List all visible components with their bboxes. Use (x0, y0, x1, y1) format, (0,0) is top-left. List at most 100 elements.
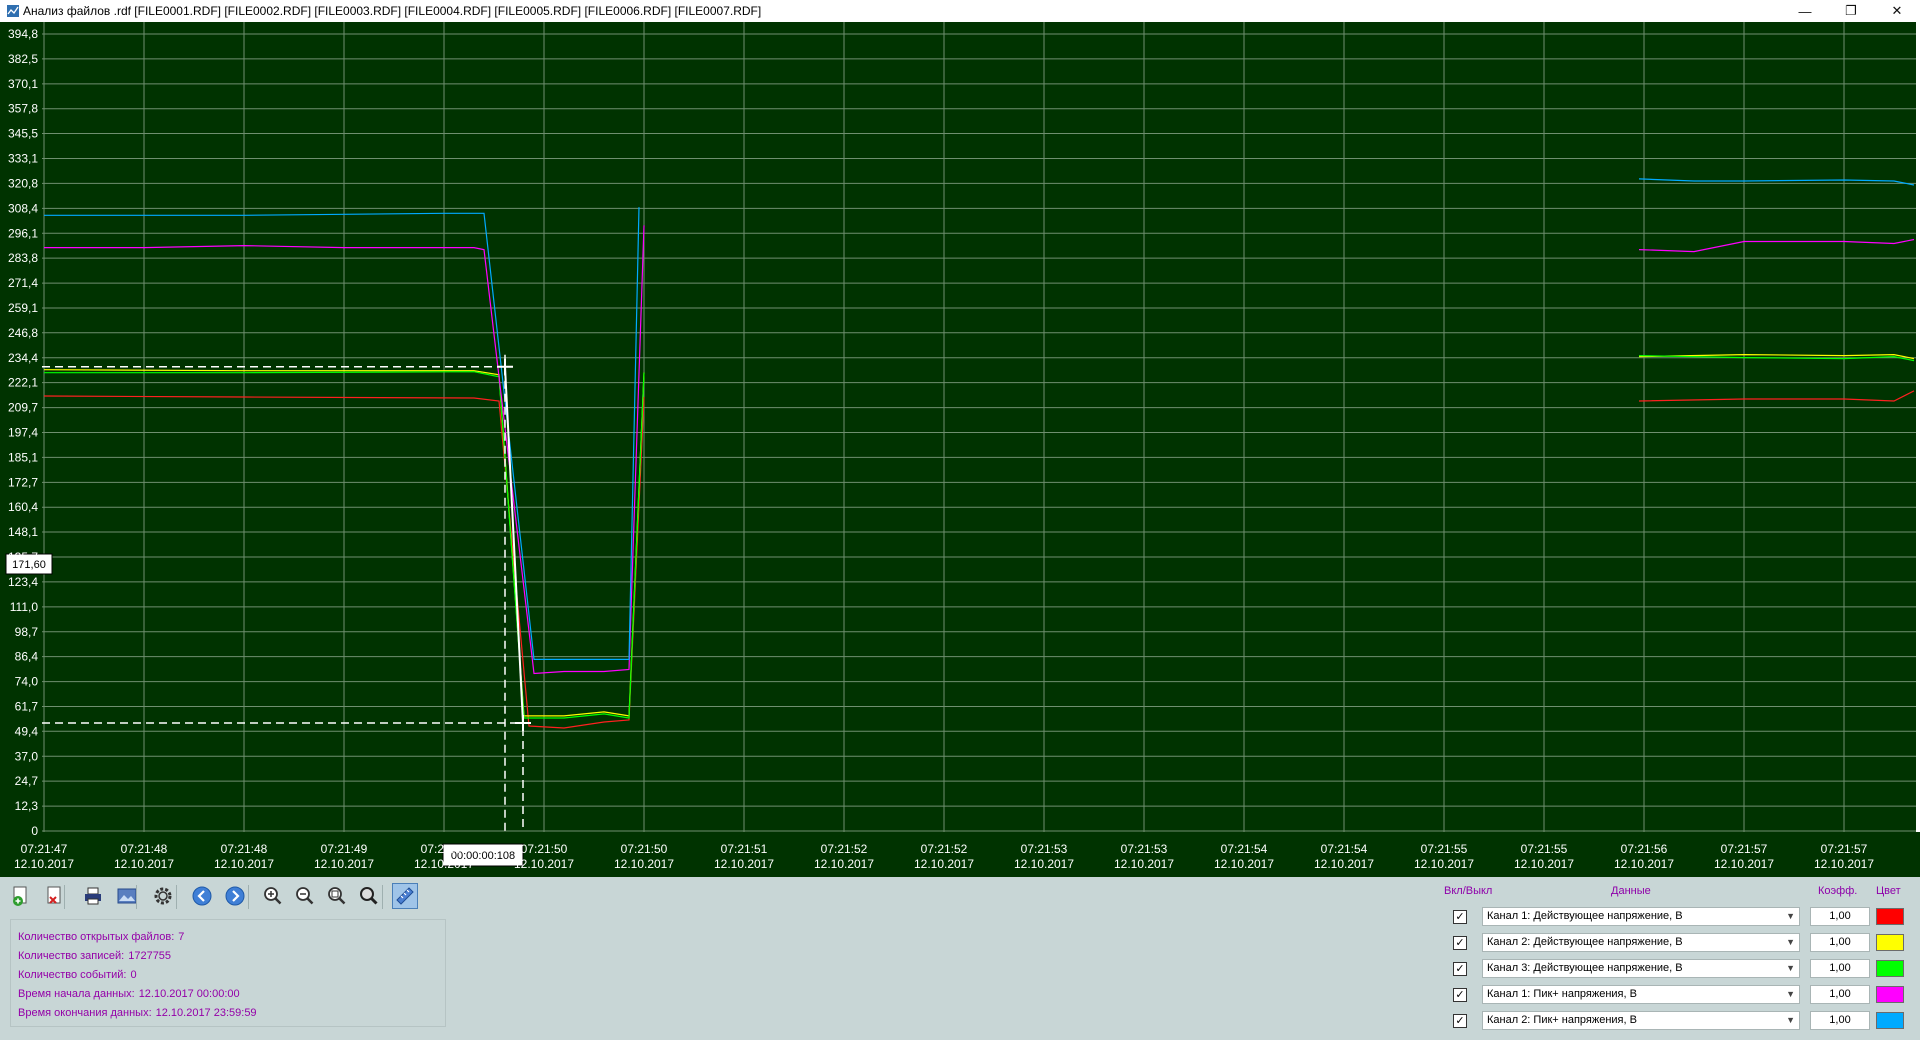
start-time-value: 12.10.2017 00:00:00 (138, 988, 240, 1000)
toolbar-separator (248, 885, 249, 909)
x-tick-date-label: 12.10.2017 (514, 857, 574, 871)
add-file-button[interactable] (8, 883, 34, 909)
zoom-icon (358, 885, 380, 907)
events-value: 0 (130, 969, 137, 981)
x-tick-date-label: 12.10.2017 (1814, 857, 1874, 871)
y-tick-label: 172,7 (8, 475, 38, 489)
add-file-icon (10, 885, 32, 907)
zoom-out-button[interactable] (292, 883, 318, 909)
records-label: Количество записей: (18, 950, 125, 962)
x-tick-date-label: 12.10.2017 (1714, 857, 1774, 871)
channel-toggle-checkbox[interactable]: ✓ (1453, 988, 1467, 1002)
channel-toggle-checkbox[interactable]: ✓ (1453, 962, 1467, 976)
channel-color-swatch[interactable] (1876, 934, 1904, 951)
image-icon (116, 885, 138, 907)
x-tick-date-label: 12.10.2017 (814, 857, 874, 871)
zoom-reset-button[interactable] (356, 883, 382, 909)
channel-data-select[interactable]: Канал 2: Пик+ напряжения, В ▼ (1482, 1011, 1800, 1030)
events-label: Количество событий: (18, 969, 127, 981)
x-tick-date-label: 12.10.2017 (1314, 857, 1374, 871)
printer-icon (82, 885, 104, 907)
y-tick-label: 135,7 (8, 550, 38, 564)
x-tick-time-label: 07:21:49 (321, 842, 368, 856)
zoom-fit-icon (326, 885, 348, 907)
channel-color-swatch[interactable] (1876, 960, 1904, 977)
y-tick-label: 345,5 (8, 127, 38, 141)
channel-coef-input[interactable]: 1,00 (1810, 1011, 1870, 1030)
channel-coef-input[interactable]: 1,00 (1810, 959, 1870, 978)
back-button[interactable] (189, 883, 215, 909)
y-tick-label: 185,1 (8, 450, 38, 464)
x-tick-date-label: 12.10.2017 (1114, 857, 1174, 871)
x-tick-time-label: 07:21:52 (921, 842, 968, 856)
print-button[interactable] (80, 883, 106, 909)
voltage-chart[interactable]: 171,6000:00:00:108 394,8382,5370,1357,83… (0, 22, 1920, 877)
channel-toggle-checkbox[interactable]: ✓ (1453, 936, 1467, 950)
x-tick-time-label: 07:21:54 (1321, 842, 1368, 856)
x-tick-date-label: 12.10.2017 (1014, 857, 1074, 871)
chart-area[interactable]: 171,60 00:00:00:108 394,8 382,5 370,1 357,8 3… (0, 22, 1920, 877)
start-time-info: Время начала данных: 12.10.2017 00:00:00 (18, 988, 240, 1000)
y-tick-label: 382,5 (8, 52, 38, 66)
close-button[interactable]: ✕ (1874, 0, 1920, 22)
y-tick-label: 37,0 (15, 749, 39, 763)
channel-data-label: Канал 2: Пик+ напряжения, В (1487, 1014, 1637, 1026)
channel-color-swatch[interactable] (1876, 986, 1904, 1003)
channel-data-select[interactable]: Канал 2: Действующее напряжение, В ▼ (1482, 933, 1800, 952)
channel-row: ✓ Канал 2: Пик+ напряжения, В ▼ 1,00 (1450, 1011, 1910, 1033)
toolbar-separator (64, 885, 65, 909)
channel-toggle-checkbox[interactable]: ✓ (1453, 1014, 1467, 1028)
x-tick-date-label: 12.10.2017 (14, 857, 74, 871)
records-value: 1727755 (128, 950, 172, 962)
zoom-in-icon (262, 885, 284, 907)
arrow-left-icon (191, 885, 213, 907)
zoom-in-button[interactable] (260, 883, 286, 909)
minimize-button[interactable]: — (1782, 0, 1828, 22)
channel-toggle-checkbox[interactable]: ✓ (1453, 910, 1467, 924)
arrow-right-icon (224, 885, 246, 907)
chevron-down-icon: ▼ (1786, 989, 1795, 999)
y-tick-label: 222,1 (8, 376, 38, 390)
channel-data-label: Канал 1: Действующее напряжение, В (1487, 910, 1683, 922)
x-tick-time-label: 07:21:50 (521, 842, 568, 856)
forward-button[interactable] (222, 883, 248, 909)
x-tick-time-label: 07:21:48 (121, 842, 168, 856)
measure-tool-button[interactable] (392, 883, 418, 909)
channel-coef-input[interactable]: 1,00 (1810, 985, 1870, 1004)
remove-file-icon (44, 885, 66, 907)
x-tick-time-label: 07:21:53 (1021, 842, 1068, 856)
files-open-info: Количество открытых файлов: 7 (18, 931, 184, 943)
x-tick-date-label: 12.10.2017 (714, 857, 774, 871)
settings-button[interactable] (150, 883, 176, 909)
x-tick-time-label: 07:21:51 (721, 842, 768, 856)
x-tick-time-label: 07:21:55 (1521, 842, 1568, 856)
maximize-button[interactable]: ❐ (1828, 0, 1874, 22)
x-tick-time-label: 07:21:55 (1421, 842, 1468, 856)
chevron-down-icon: ▼ (1786, 1015, 1795, 1025)
channel-data-select[interactable]: Канал 1: Действующее напряжение, В ▼ (1482, 907, 1800, 926)
channel-color-swatch[interactable] (1876, 908, 1904, 925)
channel-color-swatch[interactable] (1876, 1012, 1904, 1029)
x-tick-date-label: 12.10.2017 (914, 857, 974, 871)
end-time-value: 12.10.2017 23:59:59 (155, 1007, 257, 1019)
zoom-fit-button[interactable] (324, 883, 350, 909)
y-tick-label: 86,4 (15, 650, 39, 664)
y-tick-label: 259,1 (8, 301, 38, 315)
x-tick-time-label: 07:21:57 (1721, 842, 1768, 856)
channel-coef-input[interactable]: 1,00 (1810, 907, 1870, 926)
y-tick-label: 61,7 (15, 699, 39, 713)
y-tick-label: 234,4 (8, 351, 38, 365)
y-tick-label: 123,4 (8, 575, 38, 589)
window-title: Анализ файлов .rdf [FILE0001.RDF] [FILE0… (23, 4, 762, 18)
channel-data-select[interactable]: Канал 3: Действующее напряжение, В ▼ (1482, 959, 1800, 978)
files-open-value: 7 (178, 931, 185, 943)
channel-data-select[interactable]: Канал 1: Пик+ напряжения, В ▼ (1482, 985, 1800, 1004)
y-tick-label: 12,3 (15, 799, 39, 813)
y-tick-label: 197,4 (8, 426, 38, 440)
y-tick-label: 24,7 (15, 774, 39, 788)
header-data: Данные (1611, 885, 1651, 897)
events-info: Количество событий: 0 (18, 969, 137, 981)
x-tick-time-label: 07:21:56 (1621, 842, 1668, 856)
channel-coef-input[interactable]: 1,00 (1810, 933, 1870, 952)
plot-background (42, 22, 1916, 832)
